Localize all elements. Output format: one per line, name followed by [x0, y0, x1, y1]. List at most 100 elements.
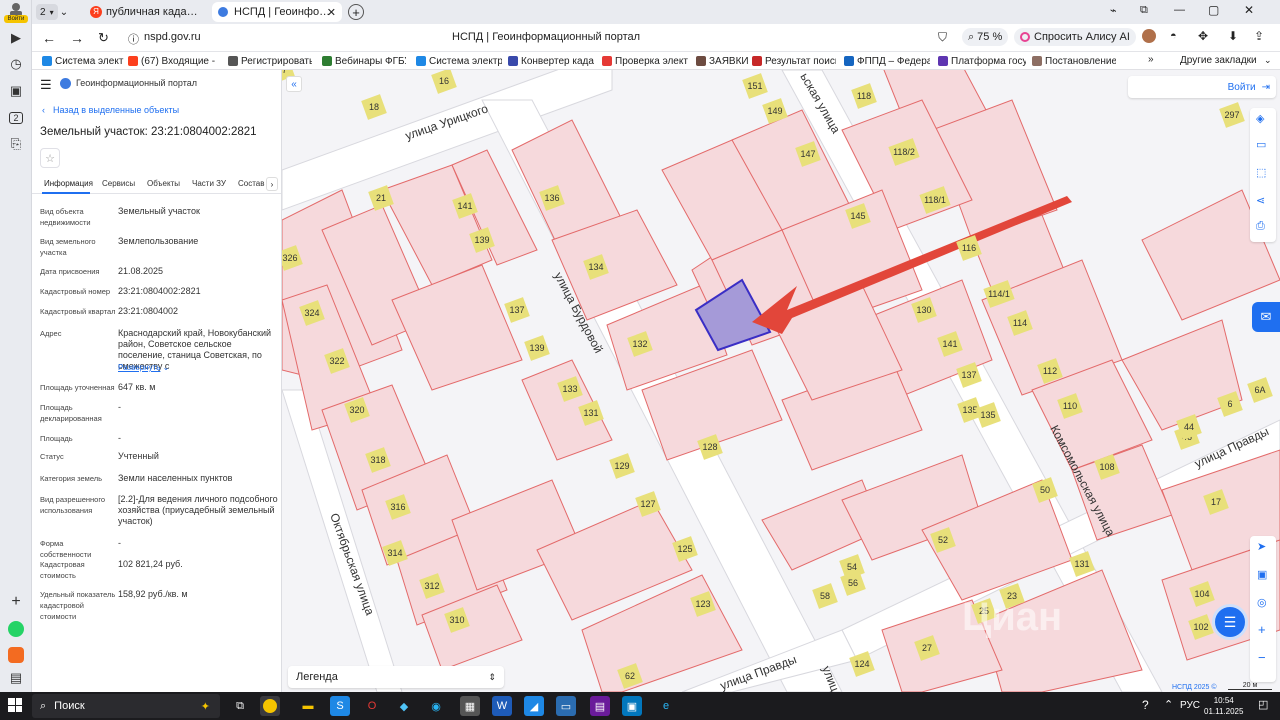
navigate-icon[interactable]: ➤ — [1257, 540, 1266, 553]
extension-avatar-icon[interactable] — [1142, 29, 1156, 43]
app-icon[interactable]: ◆ — [394, 696, 414, 716]
side-action-button[interactable]: ✉ — [1252, 302, 1280, 332]
new-tab-button[interactable]: + — [348, 4, 364, 20]
add-icon[interactable]: + — [6, 592, 26, 612]
maximize-button[interactable]: ▢ — [1208, 3, 1219, 17]
screenshot-icon[interactable]: ⎘ — [6, 134, 26, 154]
house-number[interactable]: 297 — [1219, 102, 1245, 128]
other-bookmarks[interactable]: Другие закладки — [1180, 55, 1257, 66]
tabs-menu-button[interactable]: ⌄ — [56, 4, 72, 20]
map-login-button[interactable]: Войти ⇥ — [1128, 76, 1276, 98]
legend-button[interactable]: Легенда ⇕ — [288, 666, 504, 688]
bookmark-item[interactable]: ЗАЯВКИ — [696, 54, 748, 68]
tab-cadastral-search[interactable]: Я публичная кадастровая — [84, 2, 206, 22]
bookmark-item[interactable]: Платформа госуд — [938, 54, 1026, 68]
app-icon[interactable]: ▣ — [622, 696, 642, 716]
opera-icon[interactable]: O — [362, 696, 382, 716]
bookmark-manager-icon[interactable]: ⧉ — [1140, 4, 1148, 17]
tab-land-parts[interactable]: Части ЗУ — [192, 179, 226, 188]
share-map-icon[interactable]: ⋖ — [1256, 194, 1265, 207]
print-icon[interactable]: ⎙ — [1256, 220, 1265, 233]
tab-counter-icon[interactable]: 2 — [6, 108, 26, 128]
extension-hat-icon[interactable]: ◓ — [1170, 30, 1177, 42]
app-icon[interactable]: ▤ — [590, 696, 610, 716]
house-number[interactable]: 6А — [1247, 377, 1273, 403]
tab-counter[interactable]: 2 ▾ — [36, 4, 58, 20]
chat-button[interactable]: ☰ — [1212, 604, 1248, 640]
favorite-star-icon[interactable]: ☆ — [40, 148, 60, 168]
bookmark-item[interactable]: Проверка электр — [602, 54, 688, 68]
house-number[interactable]: 16 — [431, 70, 457, 94]
layers-icon[interactable]: ◈ — [1256, 112, 1264, 125]
extensions-icon[interactable]: ✥ — [1198, 29, 1208, 43]
alerts-icon[interactable]: ⌁ — [1110, 4, 1117, 17]
bookmark-item[interactable]: ФППД – Федерал — [844, 54, 930, 68]
menu-icon[interactable]: ☰ — [40, 77, 52, 93]
site-info-icon[interactable]: ⓘ — [128, 31, 139, 47]
bookmark-item[interactable]: Конвертер кадаст — [508, 54, 594, 68]
help-icon[interactable]: ? — [1142, 698, 1149, 712]
bookmark-item[interactable]: Система электро — [42, 54, 124, 68]
clock-icon[interactable]: ◷ — [6, 54, 26, 74]
ie-icon[interactable]: e — [656, 696, 676, 716]
reload-icon[interactable]: ↻ — [98, 30, 109, 46]
app-icon[interactable]: ◢ — [524, 696, 544, 716]
layers-app-icon[interactable] — [6, 645, 26, 665]
tab-nspd[interactable]: НСПД | Геоинформаци ✕ — [212, 2, 342, 22]
input-language[interactable]: РУС — [1180, 700, 1200, 711]
minimize-button[interactable]: — — [1174, 4, 1185, 16]
cadastral-map[interactable]: 16 18 151 149 118 147 118/2 118/1 145 116 114/1 114… — [282, 70, 1280, 692]
more-bookmarks-icon[interactable]: » — [1148, 54, 1154, 65]
download-icon[interactable]: ⬇ — [1228, 29, 1238, 43]
yandex-browser-icon[interactable] — [260, 696, 280, 716]
taskbar-search[interactable]: ⌕ Поиск ✦ — [32, 694, 220, 718]
word-icon[interactable]: W — [492, 696, 512, 716]
whatsapp-icon[interactable] — [6, 619, 26, 639]
bookmark-star-icon[interactable]: ⛉ — [938, 30, 947, 45]
collections-icon[interactable]: ▣ — [6, 81, 26, 101]
tab-composition[interactable]: Состав — [238, 179, 265, 188]
edge-icon[interactable]: ◉ — [426, 696, 446, 716]
url-field[interactable]: nspd.gov.ru — [144, 31, 201, 43]
clock[interactable]: 10:54 01.11.2025 — [1204, 695, 1243, 717]
tray-icon[interactable]: ⌃ — [1164, 698, 1173, 711]
alice-button[interactable]: Спросить Алису AI — [1014, 28, 1136, 46]
select-area-icon[interactable]: ⬚ — [1256, 166, 1266, 179]
zoom-out-button[interactable]: − — [1258, 650, 1266, 665]
expand-link[interactable]: Развернуть ⌄ — [118, 363, 169, 372]
house-number[interactable]: 129 — [609, 453, 635, 479]
tab-information[interactable]: Информация — [44, 179, 93, 188]
tabs-scroll-right-icon[interactable]: › — [266, 177, 278, 191]
file-explorer-icon[interactable]: ▬ — [298, 696, 318, 716]
bookmark-item[interactable]: Вебинары ФГБУ - — [322, 54, 406, 68]
app-icon[interactable]: ▭ — [556, 696, 576, 716]
tab-objects[interactable]: Объекты — [147, 179, 180, 188]
zoom-in-button[interactable]: + — [1258, 622, 1266, 637]
notifications-icon[interactable]: ◰ — [1258, 698, 1268, 711]
sidebar-settings-icon[interactable]: ▤ — [6, 668, 26, 688]
bookmark-item[interactable]: Система электро — [416, 54, 502, 68]
bookmark-item[interactable]: Постановление П — [1032, 54, 1116, 68]
calculator-icon[interactable]: ▦ — [460, 696, 480, 716]
house-number[interactable]: 18 — [361, 94, 387, 120]
close-tab-icon[interactable]: ✕ — [327, 6, 336, 19]
house-number[interactable]: 137 — [504, 297, 530, 323]
map-canvas[interactable]: 16 18 151 149 118 147 118/2 118/1 145 116 114/1 114… — [282, 70, 1280, 692]
back-link[interactable]: ‹ Назад в выделенные объекты — [42, 105, 179, 115]
house-number[interactable]: 151 — [742, 73, 768, 99]
ruler-icon[interactable]: ▭ — [1256, 138, 1266, 151]
bookmark-item[interactable]: Регистрировать г — [228, 54, 312, 68]
bookmark-item[interactable]: Результат поиска — [752, 54, 836, 68]
tab-services[interactable]: Сервисы — [102, 179, 135, 188]
zoom-indicator[interactable]: ⌕ 75 % — [962, 28, 1009, 46]
house-number[interactable]: 139 — [524, 335, 550, 361]
forward-icon[interactable]: → — [70, 30, 84, 46]
profile-avatar[interactable]: Войти — [4, 2, 28, 23]
basemap-icon[interactable]: ▣ — [1257, 568, 1267, 581]
start-button[interactable] — [8, 698, 22, 712]
app-icon[interactable]: S — [330, 696, 350, 716]
close-window-button[interactable]: ✕ — [1244, 3, 1254, 17]
bookmark-item[interactable]: (67) Входящие - Г — [128, 54, 218, 68]
house-number[interactable]: 58 — [812, 583, 838, 609]
share-icon[interactable]: ⇪ — [1254, 29, 1264, 43]
